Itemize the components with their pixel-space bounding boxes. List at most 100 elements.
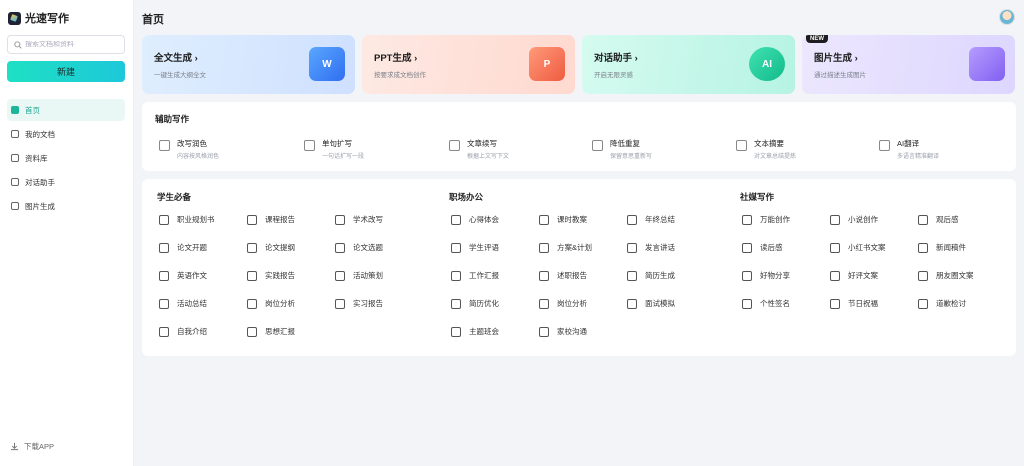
template-icon (918, 242, 928, 253)
card-image-generation[interactable]: NEW 图片生成 通过描述生成图片 (802, 35, 1015, 94)
ai-chat-icon: AI (749, 47, 785, 81)
assist-item[interactable]: 降低重复保留意思重新写 (592, 138, 652, 160)
category-item[interactable]: 小红书文案 (830, 242, 886, 253)
category-item[interactable]: 自我介绍 (159, 326, 207, 337)
category-item-label: 课程报告 (265, 215, 295, 224)
category-item[interactable]: 论文选题 (335, 242, 383, 253)
category-item[interactable]: 职业规划书 (159, 214, 215, 225)
assist-item[interactable]: 文章续写 根据上文写下文 (449, 138, 509, 160)
avatar[interactable] (999, 9, 1015, 25)
category-item[interactable]: 述职报告 (539, 270, 587, 281)
download-app-link[interactable]: 下载APP (10, 441, 54, 452)
category-item[interactable]: 道歉检讨 (918, 298, 966, 309)
card-glyph: W (322, 58, 332, 70)
category-item[interactable]: 万能创作 (742, 214, 790, 225)
category-item[interactable]: 简历优化 (451, 298, 499, 309)
assist-item-name: 降低重复 (610, 139, 640, 148)
category-item[interactable]: 论文提纲 (247, 242, 295, 253)
new-button[interactable]: 新建 (7, 61, 125, 82)
category-item-label: 好评文案 (848, 271, 878, 280)
category-item[interactable]: 读后感 (742, 242, 783, 253)
category-item[interactable]: 新闻稿件 (918, 242, 966, 253)
category-item[interactable]: 英语作文 (159, 270, 207, 281)
category-item[interactable]: 个性签名 (742, 298, 790, 309)
category-item[interactable]: 活动策划 (335, 270, 383, 281)
template-icon (451, 214, 461, 225)
assist-item-name: 改写润色 (177, 139, 207, 148)
assist-item[interactable]: 单句扩写 一句话扩写一段 (304, 138, 364, 160)
category-item-label: 心得体会 (469, 215, 499, 224)
category-item[interactable]: 课程报告 (247, 214, 295, 225)
search-input[interactable] (25, 41, 120, 48)
category-item[interactable]: 工作汇报 (451, 270, 499, 281)
category-item[interactable]: 学术改写 (335, 214, 383, 225)
category-item[interactable]: 思想汇报 (247, 326, 295, 337)
category-item[interactable]: 面试模拟 (627, 298, 675, 309)
category-item-label: 学术改写 (353, 215, 383, 224)
category-item-label: 朋友圈文案 (936, 271, 974, 280)
card-chat-assistant[interactable]: 对话助手 开启无限灵感 AI (582, 35, 795, 94)
category-item[interactable]: 主题班会 (451, 326, 499, 337)
category-item[interactable]: 节日祝福 (830, 298, 878, 309)
category-item[interactable]: 家校沟通 (539, 326, 587, 337)
category-item[interactable]: 活动总结 (159, 298, 207, 309)
category-item[interactable]: 实习报告 (335, 298, 383, 309)
category-item[interactable]: 朋友圈文案 (918, 270, 974, 281)
card-full-text[interactable]: 全文生成 一键生成大纲全文 W (142, 35, 355, 94)
sidebar-item-image[interactable]: 图片生成 (7, 195, 125, 217)
logo[interactable]: 光速写作 (8, 10, 69, 26)
template-icon (742, 270, 752, 281)
category-item-label: 年终总结 (645, 215, 675, 224)
template-icon (451, 270, 461, 281)
sidebar-item-chat[interactable]: 对话助手 (7, 171, 125, 193)
category-item[interactable]: 观后感 (918, 214, 959, 225)
category-item[interactable]: 小说创作 (830, 214, 878, 225)
category-item-label: 论文选题 (353, 243, 383, 252)
card-ppt[interactable]: PPT生成 按要求成文档创作 P (362, 35, 575, 94)
card-glyph: AI (762, 58, 772, 70)
sidebar-item-documents[interactable]: 我的文档 (7, 123, 125, 145)
category-office: 职场办公 心得体会 课时教案 年终总结 学生评语 方案&计划 发言讲话 工作汇报 述职报告 简历… (449, 191, 675, 337)
document-w-icon: W (309, 47, 345, 81)
category-item-label: 学生评语 (469, 243, 499, 252)
category-item-label: 活动策划 (353, 271, 383, 280)
sidebar-item-home[interactable]: 首页 (7, 99, 125, 121)
category-item[interactable]: 岗位分析 (539, 298, 587, 309)
continue-icon (449, 140, 460, 151)
assist-item-name: 文本摘要 (754, 139, 784, 148)
category-item-label: 课时教案 (557, 215, 587, 224)
assist-item-desc: 保留意思重新写 (610, 154, 653, 160)
category-item[interactable]: 实践报告 (247, 270, 295, 281)
category-item-label: 小说创作 (848, 215, 878, 224)
template-icon (539, 326, 549, 337)
category-item[interactable]: 年终总结 (627, 214, 675, 225)
category-title: 社媒写作 (740, 192, 775, 202)
search-box[interactable] (7, 35, 125, 54)
template-icon (247, 298, 257, 309)
category-item[interactable]: 岗位分析 (247, 298, 295, 309)
category-item[interactable]: 学生评语 (451, 242, 499, 253)
template-icon (247, 242, 257, 253)
category-item[interactable]: 论文开题 (159, 242, 207, 253)
category-item-label: 活动总结 (177, 299, 207, 308)
assist-item[interactable]: 改写润色 内容按风格润色 (159, 138, 219, 160)
feature-cards: 全文生成 一键生成大纲全文 W PPT生成 按要求成文档创作 P 对话助手 开启… (142, 35, 1016, 94)
category-item[interactable]: 发言讲话 (627, 242, 675, 253)
assist-item[interactable]: AI翻译 多语言精准翻译 (879, 138, 939, 160)
category-item-label: 家校沟通 (557, 327, 587, 336)
template-icon (918, 298, 928, 309)
category-item[interactable]: 心得体会 (451, 214, 499, 225)
category-title: 学生必备 (157, 192, 192, 202)
category-item[interactable]: 简历生成 (627, 270, 675, 281)
category-item[interactable]: 好评文案 (830, 270, 878, 281)
sidebar-item-library[interactable]: 资料库 (7, 147, 125, 169)
template-icon (159, 270, 169, 281)
category-item[interactable]: 方案&计划 (539, 242, 592, 253)
category-item-label: 自我介绍 (177, 327, 207, 336)
category-item[interactable]: 课时教案 (539, 214, 587, 225)
categories-panel: 学生必备 职业规划书 课程报告 学术改写 论文开题 论文提纲 论文选题 英语作文 实践报告 活动… (142, 179, 1016, 356)
category-item-label: 岗位分析 (265, 299, 295, 308)
category-item[interactable]: 好物分享 (742, 270, 790, 281)
assist-item[interactable]: 文本摘要对文章总结提炼 (736, 138, 796, 160)
assist-item-desc: 对文章总结提炼 (754, 154, 797, 160)
